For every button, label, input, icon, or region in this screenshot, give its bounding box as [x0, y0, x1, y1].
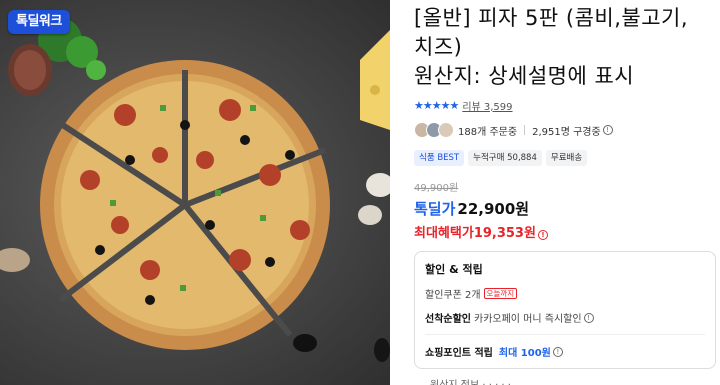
instant-discount-text: 카카오페이 머니 즉시할인 [474, 314, 582, 325]
original-price: 49,900원 [414, 183, 459, 194]
coupon-text: 할인쿠폰 2개 [425, 290, 481, 301]
points-label: 쇼핑포인트 적립 [425, 348, 493, 359]
benefits-title: 할인 & 적립 [425, 263, 483, 276]
info-icon[interactable]: ! [583, 312, 594, 323]
max-benefit-row: 최대혜택가 19,353원 ! [414, 222, 720, 241]
coupon-line[interactable]: 할인쿠폰 2개 오늘까지 [425, 286, 705, 301]
product-title-line2: 치즈) [414, 35, 463, 59]
product-title: [올반] 피자 5판 (콤비,불고기, 치즈) 원산지: 상세설명에 표시 [414, 4, 720, 91]
info-icon[interactable]: ! [602, 125, 613, 135]
product-detail: [올반] 피자 5판 (콤비,불고기, 치즈) 원산지: 상세설명에 표시 ★★… [414, 0, 720, 385]
tag-cumulative-purchases: 누적구매 50,884 [468, 150, 542, 166]
viewers-count: 2,951명 구경중 [532, 126, 601, 138]
divider [524, 125, 526, 135]
product-image: 톡딜워크 [0, 0, 390, 385]
product-title-line1: [올반] 피자 5판 (콤비,불고기, [414, 6, 689, 30]
max-benefit-price: 19,353원 [473, 226, 536, 241]
coupon-deadline-badge: 오늘까지 [483, 288, 518, 299]
product-tags: 식품 BEST 누적구매 50,884 무료배송 [414, 150, 720, 166]
deal-price: 22,900원 [457, 200, 530, 218]
brand-logo: 톡딜워크 [8, 10, 70, 34]
tag-food-best[interactable]: 식품 BEST [414, 150, 465, 166]
discount-benefits-card: 할인 & 적립 할인쿠폰 2개 오늘까지 선착순할인 카카오페이 머니 즉시할인… [414, 251, 716, 369]
product-origin: 원산지: 상세설명에 표시 [414, 64, 635, 88]
social-proof-row: 188개 주문중 2,951명 구경중 ! [414, 120, 720, 140]
info-icon[interactable]: ! [552, 346, 563, 357]
pizza-illustration [0, 18, 390, 362]
review-count-link[interactable]: 리뷰 3,599 [462, 98, 512, 113]
points-line: 쇼핑포인트 적립 최대 100원 ! [425, 344, 705, 359]
instant-discount-line: 선착순할인 카카오페이 머니 즉시할인 ! [425, 310, 705, 325]
divider [425, 334, 705, 335]
deal-price-label: 톡딜가 [414, 200, 456, 218]
max-benefit-label: 최대혜택가 [414, 226, 474, 241]
orders-count: 188개 주문중 [458, 126, 518, 138]
deal-price-row: 톡딜가 22,900원 [414, 198, 720, 219]
avatar [438, 122, 454, 138]
instant-discount-label: 선착순할인 [425, 314, 471, 325]
rating-row: ★★★★★ 리뷰 3,599 [414, 98, 720, 113]
footer-note: 원산지 정보 · · · · · [430, 376, 511, 385]
star-rating-icon: ★★★★★ [414, 98, 459, 112]
tag-free-shipping: 무료배송 [545, 150, 588, 166]
info-icon[interactable]: ! [537, 230, 548, 240]
buyer-avatars [414, 122, 454, 138]
points-value: 최대 100원 [498, 348, 551, 359]
